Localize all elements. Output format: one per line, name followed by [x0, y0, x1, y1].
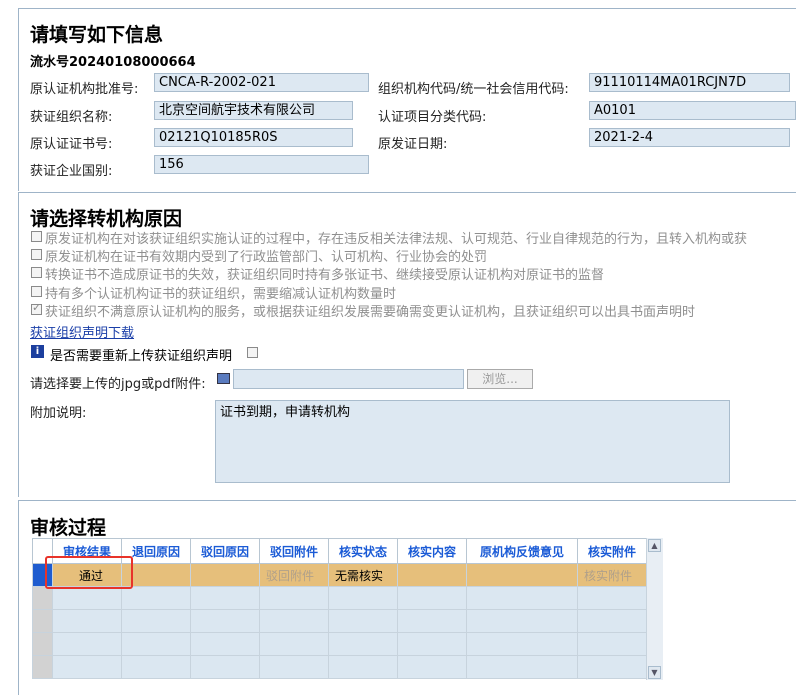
reason-checkbox-5[interactable] — [31, 301, 42, 315]
org-name-label: 获证组织名称: — [30, 110, 113, 125]
org-code-label: 组织机构代码/统一社会信用代码: — [378, 82, 569, 97]
country-field[interactable]: 156 — [154, 155, 369, 174]
reason-text-5: 获证组织不满意原认证机构的服务，或根据获证组织发展需要确需变更认证机构，且获证组… — [45, 305, 696, 320]
table-row — [32, 586, 647, 610]
reason-text-3: 转换证书不造成原证书的失效，获证组织同时持有多张证书、继续接受原认证机构对原证书… — [45, 268, 605, 283]
review-title: 审核过程 — [30, 517, 107, 539]
country-label: 获证企业国别: — [30, 164, 113, 179]
orig-issue-date-label: 原发证日期: — [378, 137, 448, 152]
orig-cert-no-field[interactable]: 02121Q10185R0S — [154, 128, 353, 147]
cell-orig-feedback — [466, 563, 578, 587]
declaration-download-link[interactable]: 获证组织声明下载 — [30, 322, 134, 341]
reason-checkbox-3[interactable] — [31, 267, 42, 278]
cell-verify-content — [397, 563, 467, 587]
reason-checkbox-1[interactable] — [31, 231, 42, 242]
reason-checkbox-4[interactable] — [31, 286, 42, 297]
col-orig-feedback[interactable]: 原机构反馈意见 — [466, 538, 578, 564]
upload-file-icon — [217, 373, 230, 384]
cell-verify-status: 无需核实 — [328, 563, 398, 587]
cell-reject-reason — [190, 563, 260, 587]
reason-checkbox-2[interactable] — [31, 249, 42, 260]
table-scrollbar[interactable]: ▲ ▼ — [646, 538, 663, 680]
remark-textarea[interactable]: 证书到期，申请转机构 — [215, 400, 730, 483]
orig-issue-date-field[interactable]: 2021-2-4 — [589, 128, 790, 147]
table-row — [32, 632, 647, 656]
upload-label: 请选择要上传的jpg或pdf附件: — [30, 377, 206, 392]
cert-category-label: 认证项目分类代码: — [378, 110, 487, 125]
table-row — [32, 655, 647, 679]
col-reject-attachment[interactable]: 驳回附件 — [259, 538, 329, 564]
col-verify-status[interactable]: 核实状态 — [328, 538, 398, 564]
col-reject-reason[interactable]: 驳回原因 — [190, 538, 260, 564]
org-name-field[interactable]: 北京空间航宇技术有限公司 — [154, 101, 353, 120]
browse-button[interactable]: 浏览... — [467, 369, 533, 389]
reason-text-1: 原发证机构在对该获证组织实施认证的过程中，存在违反相关法律法规、认可规范、行业自… — [45, 232, 748, 247]
orig-approval-no-label: 原认证机构批准号: — [30, 82, 139, 97]
serial-number: 流水号20240108000664 — [30, 55, 196, 70]
info-icon: i — [31, 345, 44, 358]
highlight-annotation-box — [45, 556, 133, 589]
scroll-up-icon[interactable]: ▲ — [648, 539, 661, 552]
col-verify-content[interactable]: 核实内容 — [397, 538, 467, 564]
reupload-label: 是否需要重新上传获证组织声明 — [50, 349, 233, 364]
orig-cert-no-label: 原认证证书号: — [30, 137, 113, 152]
info-title: 请填写如下信息 — [30, 24, 164, 46]
upload-path-field[interactable] — [233, 369, 464, 389]
reason-text-2: 原发证机构在证书有效期内受到了行政监管部门、认可机构、行业协会的处罚 — [45, 250, 488, 265]
table-row — [32, 609, 647, 633]
col-verify-attachment[interactable]: 核实附件 — [577, 538, 647, 564]
reason-text-4: 持有多个认证机构证书的获证组织，需要缩减认证机构数量时 — [45, 287, 397, 302]
cert-category-field[interactable]: A0101 — [589, 101, 796, 120]
reasons-title: 请选择转机构原因 — [30, 208, 183, 230]
remark-label: 附加说明: — [30, 406, 87, 421]
org-code-field[interactable]: 91110114MA01RCJN7D — [589, 73, 790, 92]
cell-verify-attachment[interactable]: 核实附件 — [577, 563, 647, 587]
scroll-down-icon[interactable]: ▼ — [648, 666, 661, 679]
reupload-checkbox[interactable] — [247, 347, 258, 358]
orig-approval-no-field[interactable]: CNCA-R-2002-021 — [154, 73, 369, 92]
cell-reject-attachment[interactable]: 驳回附件 — [259, 563, 329, 587]
